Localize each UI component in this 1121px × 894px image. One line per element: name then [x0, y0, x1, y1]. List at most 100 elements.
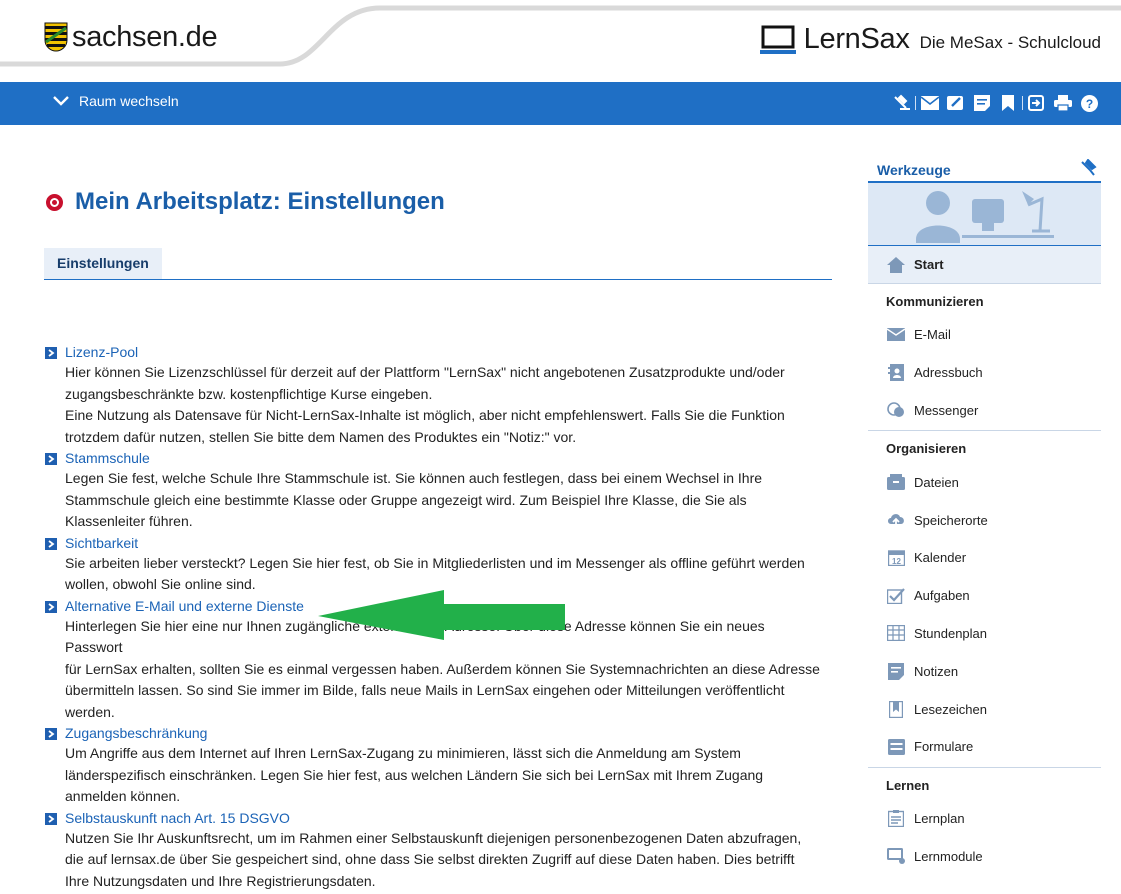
sidebar-item[interactable]: Messenger — [868, 392, 1101, 430]
addressbook-icon — [886, 364, 906, 382]
sidebar-item[interactable]: Dateien — [868, 463, 1101, 501]
mail-icon — [886, 326, 906, 344]
sidebar-item-label: Adressbuch — [914, 365, 983, 381]
arrow-right-icon — [45, 537, 57, 550]
settings-item-description: werden. — [65, 703, 115, 720]
settings-item: Zugangsbeschränkung Um Angriffe aus dem I… — [44, 723, 824, 808]
settings-item: Sichtbarkeit Sie arbeiten lieber versteck… — [44, 533, 824, 596]
timetable-icon — [886, 624, 906, 642]
sidebar-item-label: Messenger — [914, 402, 979, 418]
settings-item-link[interactable]: Zugangsbeschränkung — [65, 723, 207, 743]
settings-item-description: anmelden können. — [65, 788, 181, 804]
logout-icon[interactable] — [1027, 94, 1047, 112]
app-name: LernSax — [803, 23, 910, 55]
app-subtitle: Die MeSax - Schulcloud — [919, 33, 1101, 52]
svg-text:?: ? — [1085, 97, 1092, 111]
saxony-crest-icon — [44, 22, 68, 52]
sidebar-item-start[interactable]: Start — [868, 246, 1101, 284]
pin-icon[interactable] — [1079, 159, 1097, 177]
help-icon[interactable]: ? — [1079, 94, 1099, 112]
tasks-icon — [886, 587, 906, 605]
arrow-right-icon — [45, 347, 57, 359]
sidebar-item[interactable]: Lernplan — [868, 800, 1101, 838]
sidebar-section-title: Lernen — [886, 777, 930, 793]
sidebar-item[interactable]: Formulare — [868, 728, 1101, 766]
svg-text:12: 12 — [892, 557, 901, 566]
settings-item-description: Um Angriffe aus dem Internet auf Ihren L… — [65, 745, 741, 761]
sachsen-brand[interactable]: sachsen.de — [44, 20, 218, 54]
files-icon — [886, 473, 906, 491]
messenger-icon — [886, 401, 906, 419]
settings-item-link[interactable]: Lizenz-Pool — [65, 342, 138, 362]
sidebar-item[interactable]: Adressbuch — [868, 354, 1101, 392]
lernsax-logo[interactable]: LernSax Die MeSax - Schulcloud — [759, 22, 1101, 56]
settings-item-link[interactable]: Selbstauskunft nach Art. 15 DSGVO — [65, 808, 290, 828]
lernmodule-icon — [886, 847, 906, 865]
laptop-icon — [759, 25, 796, 54]
sidebar-item-label: Lesezeichen — [914, 701, 987, 717]
sidebar-item-label: Start — [914, 257, 944, 272]
notes-icon — [886, 662, 906, 680]
sidebar-item[interactable]: Aufgaben — [868, 577, 1101, 615]
main-navbar: Raum wechseln ? — [0, 82, 1121, 125]
settings-item-description: Legen Sie fest, welche Schule Ihre Stamm… — [65, 470, 763, 486]
settings-item: Selbstauskunft nach Art. 15 DSGVO Nutzen … — [44, 808, 824, 893]
sidebar-item-label: Aufgaben — [914, 588, 970, 604]
sidebar-item-label: Formulare — [914, 739, 974, 755]
sidebar-sections: Kommunizieren E-Mail Adressbuch Messenger Or… — [868, 284, 1101, 875]
settings-item-description: Ihre Nutzungsdaten und Ihre Registrierun… — [65, 872, 376, 889]
settings-item-description: länderspezifisch einschränken. Legen Sie… — [65, 766, 764, 783]
bookmark-icon — [886, 700, 906, 718]
sidebar-item-label: E-Mail — [914, 327, 951, 343]
title-bullet-icon — [46, 193, 63, 211]
arrow-right-icon — [45, 600, 57, 613]
sidebar-item[interactable]: Notizen — [868, 652, 1101, 690]
room-switch-button[interactable]: Raum wechseln — [52, 93, 179, 109]
settings-item-description: die auf lernsax.de über Sie gespeichert … — [65, 851, 795, 867]
forms-icon — [886, 738, 906, 756]
tab-einstellungen[interactable]: Einstellungen — [44, 248, 162, 279]
sidebar-item[interactable]: Lesezeichen — [868, 690, 1101, 728]
cloud-icon — [886, 511, 906, 529]
settings-item-description: übermitteln lassen. So sind Sie immer im… — [65, 682, 785, 698]
brand-name: sachsen.de — [72, 21, 218, 53]
calendar-icon: 12 — [886, 549, 906, 567]
green-arrow-annotation — [318, 590, 565, 640]
sidebar-item[interactable]: Stundenplan — [868, 615, 1101, 653]
home-icon — [886, 256, 906, 274]
settings-item-link[interactable]: Sichtbarkeit — [65, 533, 138, 553]
sidebar-item[interactable]: 12 Kalender — [868, 539, 1101, 577]
tab-bar: Einstellungen — [44, 248, 832, 280]
sidebar-item[interactable]: E-Mail — [868, 316, 1101, 354]
sidebar-item-label: Notizen — [914, 663, 959, 679]
notes-icon[interactable] — [972, 94, 992, 112]
tools-icon[interactable] — [891, 94, 911, 112]
mail-icon[interactable] — [920, 94, 940, 112]
settings-item-description: Stammschule gleich eine bestimmte Klasse… — [65, 491, 747, 508]
edit-icon[interactable] — [946, 94, 966, 112]
settings-item: Lizenz-Pool Hier können Sie Lizenzschlüss… — [44, 342, 824, 448]
sidebar-item-label: Stundenplan — [914, 625, 988, 641]
settings-item-description: Sie arbeiten lieber versteckt? Legen Sie… — [65, 554, 805, 571]
arrow-right-icon — [45, 812, 57, 825]
print-icon[interactable] — [1053, 94, 1073, 112]
settings-item-description: zugangsbeschränkte bzw. kostenpflichtige… — [65, 385, 433, 402]
chevron-down-icon — [53, 96, 69, 106]
workspace-banner — [868, 183, 1101, 246]
room-switch-label: Raum wechseln — [79, 93, 179, 109]
sidebar-item-label: Lernmodule — [914, 848, 983, 864]
sidebar-item[interactable]: Lernmodule — [868, 838, 1101, 876]
sidebar-section-title: Kommunizieren — [886, 294, 984, 309]
settings-item-description: trotzdem dafür nutzen, stellen Sie bitte… — [65, 428, 577, 445]
sidebar-item-label: Lernplan — [914, 811, 965, 827]
sidebar-item-label: Speicherorte — [914, 512, 988, 528]
settings-item-description: Eine Nutzung als Datensave für Nicht-Ler… — [65, 407, 785, 423]
page-title: Mein Arbeitsplatz: Einstellungen — [46, 188, 445, 216]
settings-item-description: Nutzen Sie Ihr Auskunftsrecht, um im Rah… — [65, 829, 802, 846]
sidebar-item[interactable]: Speicherorte — [868, 501, 1101, 539]
settings-item-link[interactable]: Stammschule — [65, 448, 150, 468]
arrow-right-icon — [45, 728, 57, 740]
bookmark-icon[interactable] — [998, 94, 1018, 112]
settings-item-link[interactable]: Alternative E-Mail und externe Dienste — [65, 596, 304, 616]
site-header: sachsen.de LernSax Die MeSax - Schulclou… — [0, 0, 1121, 82]
